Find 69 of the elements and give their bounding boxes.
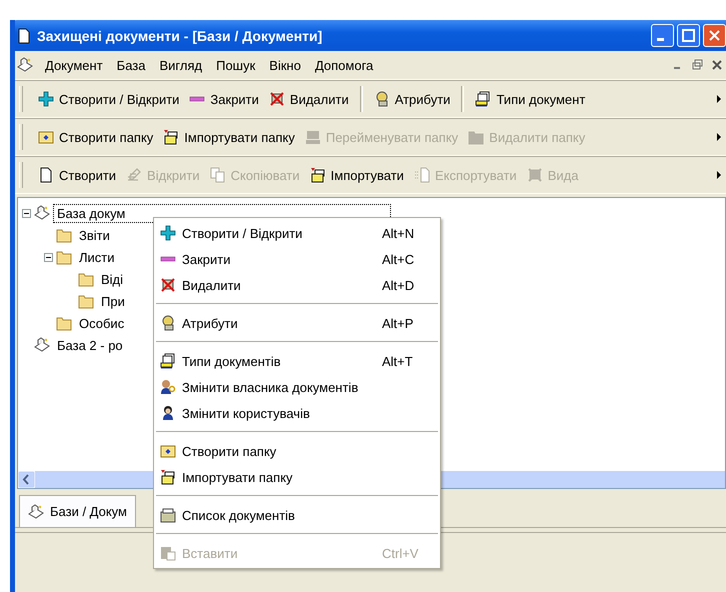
toolbar-button[interactable]: Закрити bbox=[186, 89, 262, 109]
paste-icon bbox=[160, 545, 176, 561]
context-menu-item[interactable]: Типи документів Alt+T bbox=[154, 348, 440, 374]
export-icon bbox=[414, 167, 430, 183]
folder-icon bbox=[78, 293, 94, 309]
document-icon bbox=[38, 167, 54, 183]
tree-item[interactable]: Особис bbox=[75, 314, 128, 332]
folder-icon bbox=[56, 315, 72, 331]
folder-icon bbox=[160, 443, 176, 459]
tree-item[interactable]: База 2 - ро bbox=[53, 336, 127, 354]
menu-item[interactable]: База bbox=[110, 56, 152, 74]
toolbar-button[interactable]: Імпортувати папку bbox=[160, 127, 298, 147]
chevron-icon[interactable] bbox=[716, 170, 722, 180]
toolbar-button[interactable]: Створити папку bbox=[35, 127, 156, 147]
menu-item[interactable]: Допомога bbox=[308, 56, 380, 74]
database-icon bbox=[34, 205, 50, 221]
folder-icon bbox=[56, 227, 72, 243]
folder-icon bbox=[78, 271, 94, 287]
stack-icon bbox=[160, 353, 176, 369]
tree-item[interactable]: Звіти bbox=[75, 226, 114, 244]
toolbar-button[interactable]: Створити / Відкрити bbox=[35, 89, 182, 109]
menu-item[interactable]: Вікно bbox=[263, 56, 307, 74]
toolbar-button[interactable]: Видалити bbox=[266, 89, 352, 109]
toolbar-button[interactable]: Створити bbox=[35, 165, 120, 185]
folder-icon bbox=[468, 129, 484, 145]
tree-item[interactable]: Віді bbox=[97, 270, 128, 288]
tree-item[interactable]: Листи bbox=[75, 248, 119, 266]
app-icon bbox=[16, 28, 32, 44]
tree-item[interactable]: При bbox=[97, 292, 129, 310]
collapse-icon[interactable] bbox=[44, 252, 53, 262]
context-menu-item[interactable]: Список документів bbox=[154, 502, 440, 528]
database-icon bbox=[34, 337, 50, 353]
toolbar-button[interactable]: Атрибути bbox=[370, 89, 454, 109]
context-menu-item[interactable]: Закрити Alt+C bbox=[154, 246, 440, 272]
folder-import-icon bbox=[160, 469, 176, 485]
chevron-icon[interactable] bbox=[716, 132, 722, 142]
menu-item[interactable]: Документ bbox=[39, 56, 109, 74]
close-icon[interactable] bbox=[703, 24, 726, 47]
folder-icon bbox=[56, 249, 72, 265]
maximize-icon[interactable] bbox=[677, 24, 700, 47]
box-icon bbox=[160, 507, 176, 523]
computer-icon bbox=[304, 129, 321, 145]
context-menu-item[interactable]: Створити папку bbox=[154, 438, 440, 464]
tab[interactable]: Бази / Докум bbox=[19, 495, 136, 527]
context-menu-item[interactable]: Імпортувати папку bbox=[154, 464, 440, 490]
stack-icon bbox=[475, 91, 492, 107]
menu-item[interactable]: Вигляд bbox=[153, 56, 208, 74]
toolbar-button[interactable]: Імпортувати bbox=[306, 165, 407, 185]
person-key-icon bbox=[160, 379, 176, 395]
collapse-icon[interactable] bbox=[22, 208, 31, 218]
pencil-icon bbox=[126, 167, 142, 183]
toolbar-button[interactable]: Типи документ bbox=[472, 89, 588, 109]
context-menu-item[interactable]: Видалити Alt+D bbox=[154, 272, 440, 298]
folder-icon bbox=[38, 129, 54, 145]
chevron-icon[interactable] bbox=[716, 94, 722, 104]
minimize-icon[interactable] bbox=[651, 24, 674, 47]
window-title: Захищені документи - [Бази / Документи] bbox=[37, 28, 322, 44]
context-menu-item[interactable]: Змінити користувачів bbox=[154, 400, 440, 426]
context-menu-item[interactable]: Змінити власника документів bbox=[154, 374, 440, 400]
folder-import-icon bbox=[310, 167, 326, 183]
plus-icon bbox=[38, 91, 54, 107]
plus-icon bbox=[160, 225, 176, 241]
context-menu-item[interactable]: Створити / Відкрити Alt+N bbox=[154, 220, 440, 246]
person-icon bbox=[160, 405, 176, 421]
context-menu-item[interactable]: Атрибути Alt+P bbox=[154, 310, 440, 336]
copy-icon bbox=[210, 167, 226, 183]
menu-item[interactable]: Пошук bbox=[210, 56, 262, 74]
folder-import-icon bbox=[163, 129, 180, 145]
scroll-left-icon[interactable] bbox=[18, 471, 35, 488]
